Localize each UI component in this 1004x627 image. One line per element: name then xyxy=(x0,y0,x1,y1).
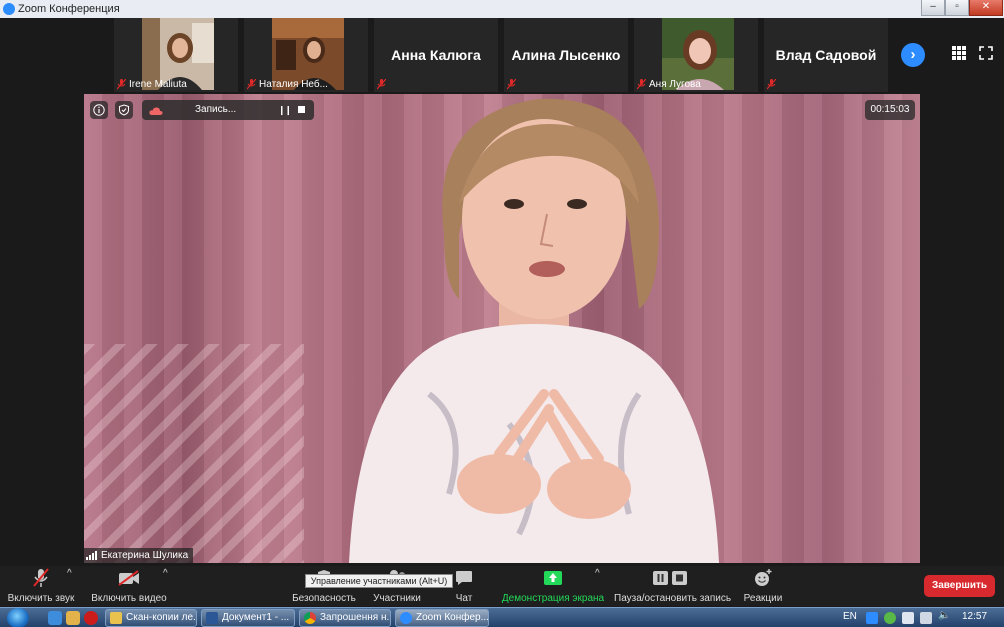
close-button[interactable]: ✕ xyxy=(969,0,1003,16)
next-page-arrow-icon[interactable]: › xyxy=(901,43,925,67)
opera-browser-icon[interactable] xyxy=(84,611,98,625)
pause-stop-icon xyxy=(653,571,687,585)
taskbar-item-chrome[interactable]: Запрошення н... xyxy=(299,609,391,627)
window-title: Zoom Конференция xyxy=(18,3,120,15)
chat-bubble-icon xyxy=(456,571,472,585)
fullscreen-icon[interactable] xyxy=(979,46,993,60)
encryption-shield-icon[interactable] xyxy=(115,101,133,119)
meeting-toolbar: Включить звук ^ Включить видео ^ Безопас… xyxy=(0,566,1004,606)
reactions-button[interactable]: Реакции xyxy=(741,568,785,604)
stop-recording-icon[interactable] xyxy=(298,106,305,113)
recording-indicator: Запись... ❙❙ xyxy=(142,100,314,120)
participant-thumbnail[interactable]: Алина Лысенко xyxy=(504,18,628,92)
participant-caption xyxy=(507,79,516,90)
chat-label: Чат xyxy=(455,593,473,604)
task-label: Документ1 - ... xyxy=(222,612,290,623)
participant-caption xyxy=(767,79,776,90)
participants-label: Участники xyxy=(373,593,421,604)
mic-off-icon xyxy=(33,568,49,587)
participant-thumbnail[interactable]: Наталия Неб... xyxy=(244,18,368,92)
speaker-figure xyxy=(349,98,719,563)
network-icon[interactable] xyxy=(920,612,932,624)
speaker-label: Екатерина Шулика xyxy=(84,548,194,563)
cloud-recording-icon xyxy=(149,106,163,115)
task-label: Запрошення н... xyxy=(320,612,391,623)
mic-muted-icon xyxy=(377,79,386,90)
participant-caption: Irene Maliuta xyxy=(117,79,187,90)
taskbar-item-zoom[interactable]: Zoom Конфер... xyxy=(395,609,489,627)
participant-name: Наталия Неб... xyxy=(259,79,328,90)
participant-name: Irene Maliuta xyxy=(129,79,187,90)
update-tray-icon[interactable] xyxy=(884,612,896,624)
mic-muted-icon xyxy=(247,79,256,90)
mic-muted-icon xyxy=(637,79,646,90)
zoom-tray-icon[interactable] xyxy=(866,612,878,624)
participant-caption: Аня Лугова xyxy=(637,79,701,90)
task-label: Скан-копии ле... xyxy=(126,612,197,623)
windows-taskbar: Скан-копии ле... Документ1 - ... Запроше… xyxy=(0,607,1004,627)
start-video-label: Включить видео xyxy=(91,593,167,604)
meeting-info-icon[interactable] xyxy=(90,101,108,119)
action-center-flag-icon[interactable] xyxy=(902,612,914,624)
pause-recording-icon[interactable]: ❙❙ xyxy=(278,105,292,116)
task-label: Zoom Конфер... xyxy=(416,612,489,623)
language-indicator[interactable]: EN xyxy=(843,611,857,622)
word-icon xyxy=(206,612,218,624)
window-titlebar: Zoom Конференция – ▫ ✕ xyxy=(0,0,1004,18)
participant-thumbnail[interactable]: Аня Лугова xyxy=(634,18,758,92)
smiley-plus-icon xyxy=(755,569,772,586)
video-off-icon xyxy=(118,570,139,586)
connection-signal-icon xyxy=(86,551,97,560)
share-screen-button[interactable]: Демонстрация экрана xyxy=(500,568,606,604)
pause-stop-recording-button[interactable]: Пауза/остановить запись xyxy=(614,568,731,604)
maximize-button[interactable]: ▫ xyxy=(945,0,969,16)
share-screen-label: Демонстрация экрана xyxy=(501,593,605,604)
participant-thumbnail[interactable]: Влад Садовой xyxy=(764,18,888,92)
share-screen-arrow-icon xyxy=(544,571,562,585)
participants-tooltip: Управление участниками (Alt+U) xyxy=(305,574,453,588)
zoom-icon xyxy=(400,612,412,624)
security-label: Безопасность xyxy=(292,593,356,604)
gallery-view-icon[interactable] xyxy=(952,46,966,60)
share-options-chevron-up-icon[interactable]: ^ xyxy=(595,568,600,579)
internet-explorer-icon[interactable] xyxy=(48,611,62,625)
active-speaker-video: Запись... ❙❙ 00:15:03 Екатерина Шулика xyxy=(84,94,920,563)
mic-muted-icon xyxy=(507,79,516,90)
taskbar-clock[interactable]: 12:57 xyxy=(962,611,987,622)
unmute-button[interactable]: Включить звук xyxy=(6,568,76,604)
participant-name: Анна Калюга xyxy=(391,47,481,63)
participant-name: Влад Садовой xyxy=(775,47,877,63)
chrome-icon xyxy=(304,612,316,624)
participant-caption: Наталия Неб... xyxy=(247,79,328,90)
participant-strip: Irene Maliuta Наталия Неб... Анна Калюга… xyxy=(0,18,1004,92)
end-meeting-button[interactable]: Завершить xyxy=(924,575,995,597)
participant-name: Аня Лугова xyxy=(649,79,701,90)
zoom-logo-icon xyxy=(3,3,15,15)
audio-options-chevron-up-icon[interactable]: ^ xyxy=(67,568,72,579)
participant-thumbnail[interactable]: Анна Калюга xyxy=(374,18,498,92)
speaker-name: Екатерина Шулика xyxy=(101,550,189,561)
video-options-chevron-up-icon[interactable]: ^ xyxy=(163,568,168,579)
mic-muted-icon xyxy=(767,79,776,90)
participant-name: Алина Лысенко xyxy=(511,47,621,63)
taskbar-item-scan[interactable]: Скан-копии ле... xyxy=(105,609,197,627)
participant-caption xyxy=(377,79,386,90)
minimize-button[interactable]: – xyxy=(921,0,945,16)
folder-icon xyxy=(110,612,122,624)
participant-thumbnail[interactable]: Irene Maliuta xyxy=(114,18,238,92)
recording-label: Запись... xyxy=(195,104,237,115)
volume-icon[interactable]: 🔈 xyxy=(938,610,950,621)
file-explorer-icon[interactable] xyxy=(66,611,80,625)
chat-button[interactable]: Чат xyxy=(449,568,479,604)
meeting-timer: 00:15:03 xyxy=(865,100,915,120)
reactions-label: Реакции xyxy=(743,593,783,604)
sunlight-pattern xyxy=(84,344,304,563)
start-menu-button[interactable] xyxy=(7,608,29,627)
mic-muted-icon xyxy=(117,79,126,90)
pause-stop-recording-label: Пауза/остановить запись xyxy=(614,593,732,604)
taskbar-item-word[interactable]: Документ1 - ... xyxy=(201,609,295,627)
unmute-label: Включить звук xyxy=(7,593,75,604)
start-video-button[interactable]: Включить видео xyxy=(89,568,169,604)
